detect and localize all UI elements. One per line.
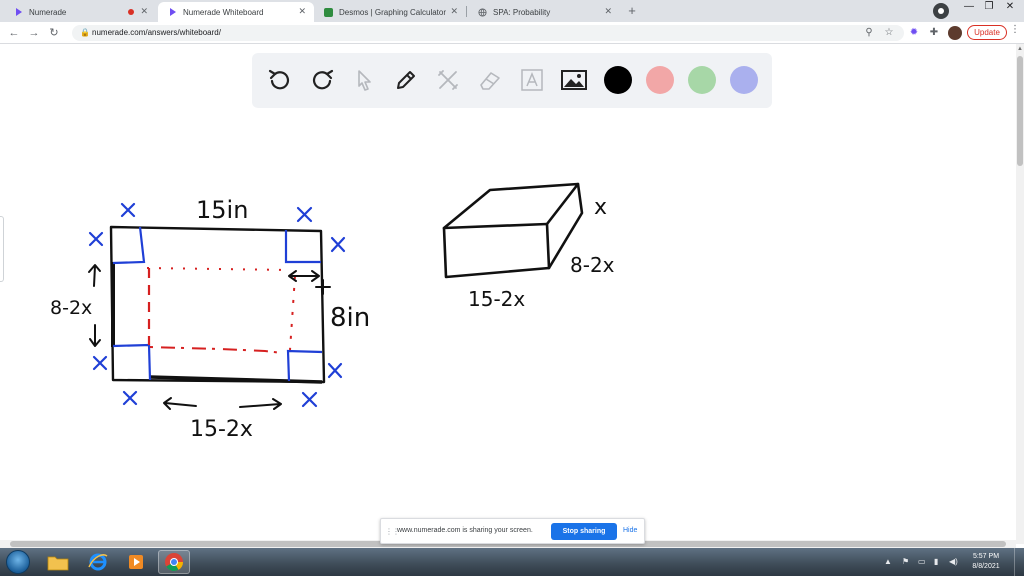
folder-icon (47, 556, 69, 571)
system-clock[interactable]: 5:57 PM 8/8/2021 (966, 552, 1006, 572)
tray-network-icon[interactable]: ▮ (934, 557, 938, 566)
sheet-left-label: 8-2x (50, 297, 92, 319)
taskbar-internet-explorer[interactable] (82, 550, 114, 574)
sheet-right-label: 8in (330, 303, 370, 333)
windows-taskbar: ▲ ⚑ ▭ ▮ ◀) 5:57 PM 8/8/2021 (0, 548, 1024, 576)
box-height-label: x (594, 195, 607, 220)
scrollbar-thumb[interactable] (1017, 56, 1023, 166)
corner-square-top-left (112, 226, 146, 265)
sheet-bottom-label: 15-2x (190, 417, 253, 442)
corner-square-bottom-left (112, 343, 152, 381)
corner-square-top-right (284, 230, 321, 264)
tray-expand-icon[interactable]: ▲ (884, 557, 892, 566)
tray-display-icon[interactable]: ▭ (918, 557, 926, 566)
box-depth-label: 8-2x (570, 253, 615, 277)
corner-x-marks (88, 202, 346, 408)
clock-date: 8/8/2021 (972, 563, 1000, 570)
ie-logo-icon (88, 553, 108, 571)
taskbar-media-player[interactable] (120, 550, 152, 574)
screen-share-bar: ⋮⋮ www.numerade.com is sharing your scre… (380, 518, 645, 544)
scroll-up-icon[interactable]: ▲ (1017, 46, 1023, 52)
dimension-arrows (88, 264, 331, 410)
chrome-logo-icon (165, 553, 183, 572)
start-button[interactable] (6, 550, 30, 574)
whiteboard-drawing: 15in 8in 8-2x 15-2x x 8-2x 15-2x (50, 182, 615, 442)
tray-flag-icon[interactable]: ⚑ (902, 557, 909, 566)
share-message: www.numerade.com is sharing your screen. (397, 527, 533, 534)
open-box-sketch (442, 182, 584, 279)
stop-sharing-button[interactable]: Stop sharing (551, 523, 617, 540)
media-player-icon (129, 555, 143, 569)
fold-line-top (146, 267, 291, 271)
fold-line-bottom (149, 346, 283, 354)
taskbar-chrome[interactable] (158, 550, 190, 574)
fold-line-right (289, 275, 296, 351)
hide-button[interactable]: Hide (623, 527, 637, 534)
clock-time: 5:57 PM (972, 553, 1000, 560)
show-desktop-button[interactable] (1014, 548, 1024, 576)
vertical-scrollbar[interactable]: ▲ (1016, 44, 1024, 544)
box-length-label: 15-2x (468, 287, 525, 311)
tray-volume-icon[interactable]: ◀) (949, 557, 958, 566)
sheet-top-label: 15in (196, 196, 248, 224)
corner-square-bottom-right (286, 349, 323, 382)
taskbar-file-explorer[interactable] (42, 550, 74, 574)
